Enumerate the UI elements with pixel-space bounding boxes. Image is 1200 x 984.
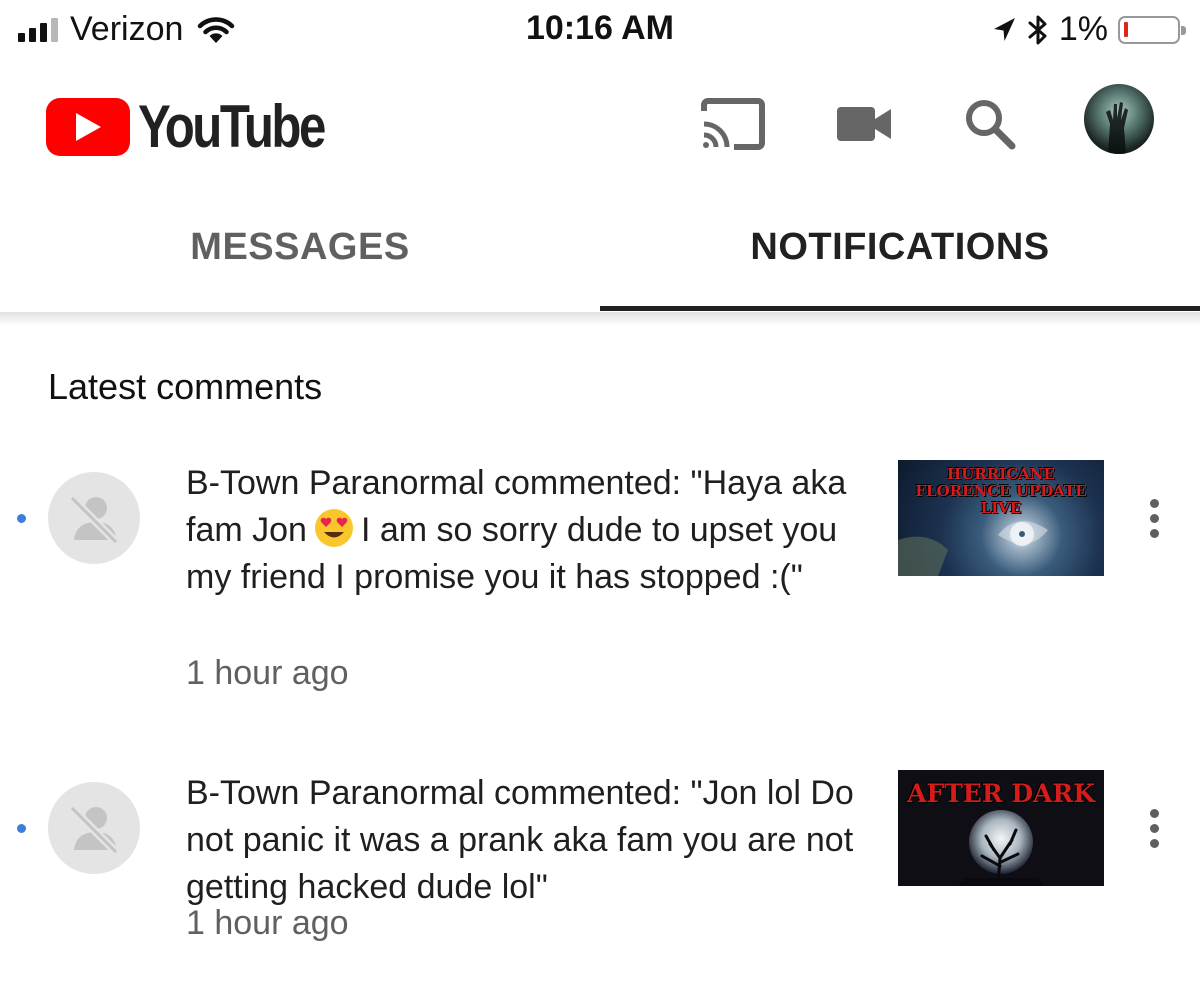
account-avatar[interactable] bbox=[1084, 84, 1154, 154]
video-camera-icon bbox=[837, 107, 891, 141]
status-right: 1% bbox=[991, 10, 1186, 49]
more-options-button[interactable] bbox=[1134, 488, 1174, 548]
battery-percent: 1% bbox=[1058, 10, 1108, 48]
thumbnail-title: HURRICANE FLORENCE UPDATE LIVE bbox=[915, 465, 1087, 517]
upload-video-button[interactable] bbox=[826, 86, 902, 162]
notification-item[interactable]: B-Town Paranormal commented: "Haya aka f… bbox=[0, 456, 1200, 716]
thumbnail-title: AFTER DARK bbox=[907, 779, 1095, 808]
more-dot-icon bbox=[1149, 808, 1159, 818]
bluetooth-icon bbox=[1028, 15, 1047, 44]
notification-time: 1 hour ago bbox=[186, 654, 349, 692]
default-avatar-icon bbox=[69, 495, 119, 545]
cast-button[interactable] bbox=[694, 86, 770, 162]
tab-selected-indicator bbox=[600, 306, 1200, 311]
app-header: YouTube bbox=[0, 62, 1200, 182]
more-dot-icon bbox=[1149, 838, 1159, 848]
search-icon bbox=[966, 100, 1016, 150]
tab-bar: MESSAGES NOTIFICATIONS bbox=[0, 182, 1200, 312]
youtube-logo[interactable]: YouTube bbox=[46, 92, 365, 161]
tab-divider bbox=[0, 312, 1200, 326]
cast-icon bbox=[701, 98, 765, 150]
youtube-play-icon bbox=[46, 97, 130, 156]
battery-icon bbox=[1118, 15, 1186, 44]
default-avatar-icon bbox=[69, 805, 119, 855]
status-bar: Verizon 10:16 AM 1% bbox=[0, 0, 1200, 62]
more-dot-icon bbox=[1149, 498, 1159, 508]
video-thumbnail[interactable]: AFTER DARK bbox=[898, 770, 1104, 886]
unread-dot bbox=[17, 824, 26, 833]
commenter-avatar[interactable] bbox=[48, 782, 140, 874]
logo-text: YouTube bbox=[138, 93, 326, 160]
more-dot-icon bbox=[1149, 513, 1159, 523]
more-options-button[interactable] bbox=[1134, 798, 1174, 858]
tab-messages[interactable]: MESSAGES bbox=[0, 182, 600, 312]
more-dot-icon bbox=[1149, 823, 1159, 833]
notification-time: 1 hour ago bbox=[186, 904, 349, 942]
more-dot-icon bbox=[1149, 528, 1159, 538]
tab-notifications[interactable]: NOTIFICATIONS bbox=[600, 182, 1200, 312]
video-thumbnail[interactable]: HURRICANE FLORENCE UPDATE LIVE bbox=[898, 460, 1104, 576]
heart-eyes-emoji bbox=[314, 509, 353, 547]
notification-item[interactable]: B-Town Paranormal commented: "Jon lol Do… bbox=[0, 766, 1200, 966]
notification-text: B-Town Paranormal commented: "Haya aka f… bbox=[186, 460, 862, 601]
notification-text: B-Town Paranormal commented: "Jon lol Do… bbox=[186, 774, 854, 906]
search-button[interactable] bbox=[952, 86, 1028, 162]
section-title: Latest comments bbox=[48, 366, 323, 407]
location-arrow-icon bbox=[993, 17, 1015, 41]
commenter-avatar[interactable] bbox=[48, 472, 140, 564]
unread-dot bbox=[17, 514, 26, 523]
